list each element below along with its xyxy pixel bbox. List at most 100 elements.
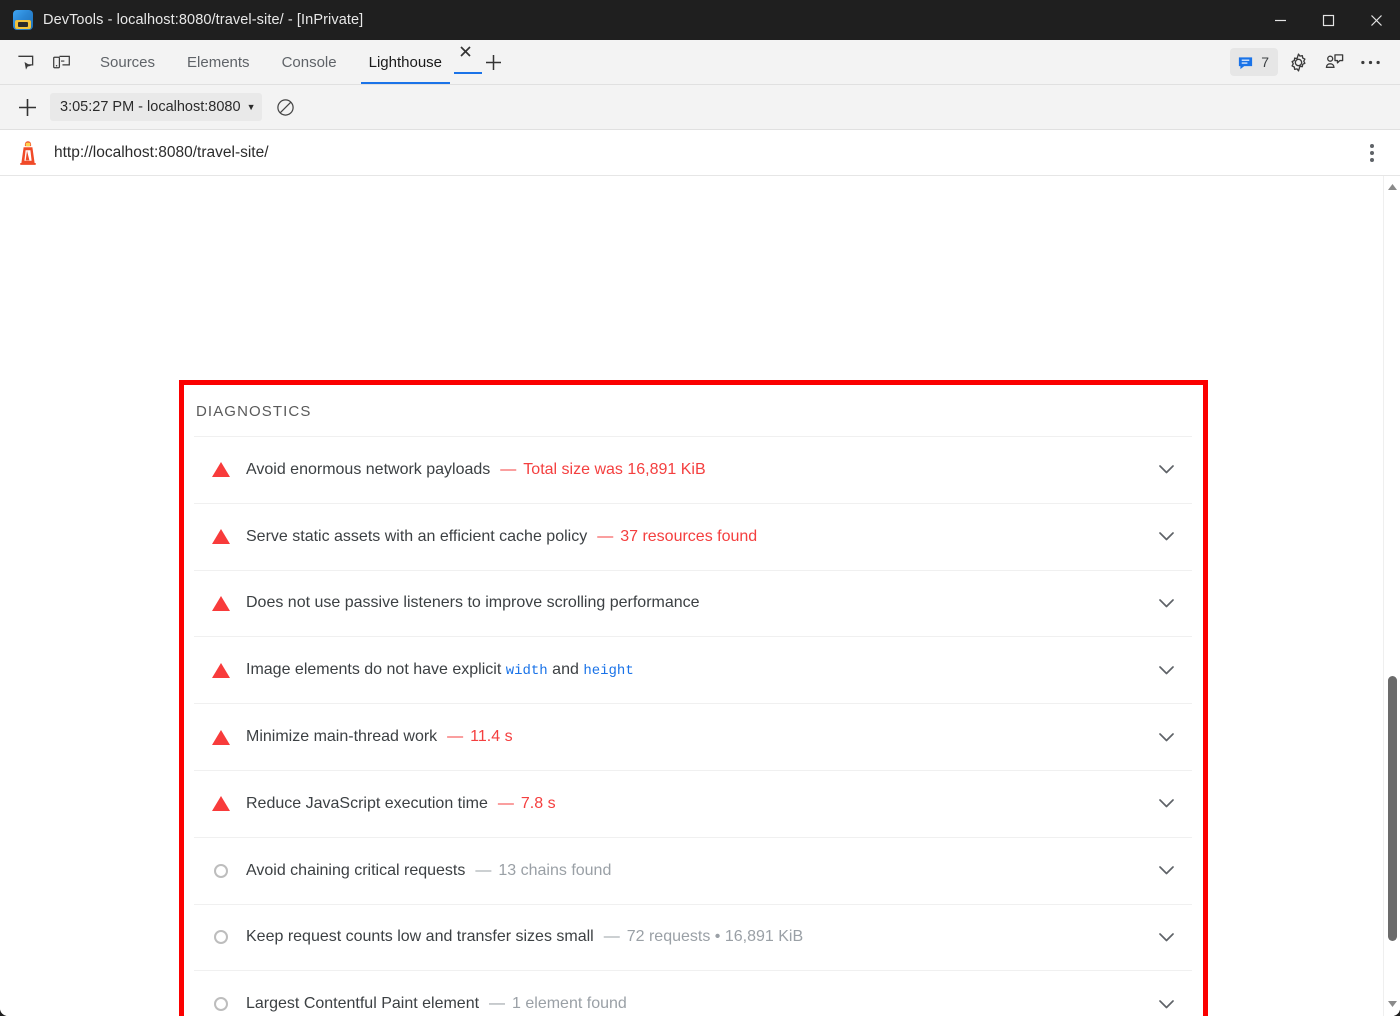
message-icon xyxy=(1237,54,1254,71)
chevron-down-icon[interactable] xyxy=(1154,792,1178,816)
report-scroll-area: DIAGNOSTICS Avoid enormous network paylo… xyxy=(0,176,1383,1016)
tab-label: Elements xyxy=(187,54,250,71)
inspect-element-icon[interactable] xyxy=(10,47,40,77)
info-circle-glyph xyxy=(214,997,228,1011)
chevron-down-icon[interactable] xyxy=(1154,925,1178,949)
report-viewport: DIAGNOSTICS Avoid enormous network paylo… xyxy=(0,176,1400,1016)
warning-triangle-icon xyxy=(210,462,232,477)
diagnostics-audit-list: Avoid enormous network payloads—Total si… xyxy=(182,436,1204,1016)
chevron-down-icon[interactable] xyxy=(1154,859,1178,883)
info-circle-icon xyxy=(210,864,232,878)
warning-triangle-icon xyxy=(210,529,232,544)
scroll-down-arrow-icon[interactable] xyxy=(1384,995,1400,1012)
audit-row[interactable]: Keep request counts low and transfer siz… xyxy=(194,904,1192,971)
title-bar-left: DevTools - localhost:8080/travel-site/ -… xyxy=(0,10,363,30)
devtools-window: DevTools - localhost:8080/travel-site/ -… xyxy=(0,0,1400,1016)
audit-text: Avoid enormous network payloads—Total si… xyxy=(246,461,706,479)
gear-icon[interactable] xyxy=(1282,47,1314,77)
tab-strip-actions: 7 xyxy=(1230,40,1400,84)
warning-triangle-glyph xyxy=(212,796,230,811)
audit-meta: 37 resources found xyxy=(620,528,757,546)
audit-title: Reduce JavaScript execution time xyxy=(246,795,488,813)
diagnostics-panel: DIAGNOSTICS Avoid enormous network paylo… xyxy=(182,383,1204,1016)
audit-row[interactable]: Does not use passive listeners to improv… xyxy=(194,570,1192,637)
audit-row[interactable]: Reduce JavaScript execution time—7.8 s xyxy=(194,770,1192,837)
message-badge[interactable]: 7 xyxy=(1230,48,1278,76)
chevron-down-icon[interactable] xyxy=(1154,725,1178,749)
warning-triangle-icon xyxy=(210,730,232,745)
kebab-menu-icon[interactable] xyxy=(1358,138,1386,168)
add-tab-icon[interactable] xyxy=(476,40,510,84)
audit-title: Avoid chaining critical requests xyxy=(246,862,465,880)
close-button[interactable] xyxy=(1352,0,1400,40)
audit-title-text: and xyxy=(548,661,584,678)
edge-devtools-icon xyxy=(13,10,33,30)
report-selector[interactable]: 3:05:27 PM - localhost:8080 ▼ xyxy=(50,93,262,121)
lighthouse-icon xyxy=(16,140,40,166)
audit-row[interactable]: Minimize main-thread work—11.4 s xyxy=(194,703,1192,770)
audit-text: Minimize main-thread work—11.4 s xyxy=(246,728,513,746)
audit-title-code: height xyxy=(583,663,633,679)
chevron-down-icon[interactable] xyxy=(1154,591,1178,615)
audit-title: Serve static assets with an efficient ca… xyxy=(246,528,587,546)
device-toolbar-icon[interactable] xyxy=(46,47,76,77)
devtools-tab-strip: Sources Elements Console Lighthouse xyxy=(0,40,1400,85)
audit-text: Keep request counts low and transfer siz… xyxy=(246,928,803,946)
audit-text: Serve static assets with an efficient ca… xyxy=(246,528,757,546)
new-report-icon[interactable] xyxy=(12,92,42,122)
audit-text: Reduce JavaScript execution time—7.8 s xyxy=(246,795,556,813)
report-selector-label: 3:05:27 PM - localhost:8080 xyxy=(60,99,241,115)
chevron-down-icon[interactable] xyxy=(1154,458,1178,482)
audit-row[interactable]: Serve static assets with an efficient ca… xyxy=(194,503,1192,570)
tab-console[interactable]: Console xyxy=(266,40,353,84)
audit-meta: 11.4 s xyxy=(470,728,512,746)
report-scrollbar[interactable] xyxy=(1383,176,1400,1016)
report-url: http://localhost:8080/travel-site/ xyxy=(54,144,269,162)
info-circle-glyph xyxy=(214,930,228,944)
chevron-down-icon[interactable] xyxy=(1154,992,1178,1016)
audit-row[interactable]: Largest Contentful Paint element—1 eleme… xyxy=(194,970,1192,1016)
tab-elements[interactable]: Elements xyxy=(171,40,266,84)
warning-triangle-icon xyxy=(210,596,232,611)
info-circle-icon xyxy=(210,930,232,944)
audit-row[interactable]: Avoid enormous network payloads—Total si… xyxy=(194,436,1192,503)
audit-text: Avoid chaining critical requests—13 chai… xyxy=(246,862,611,880)
warning-triangle-glyph xyxy=(212,462,230,477)
audit-title: Avoid enormous network payloads xyxy=(246,461,490,479)
audit-dash: — xyxy=(604,928,620,946)
tab-label: Sources xyxy=(100,54,155,71)
audit-text: Image elements do not have explicit widt… xyxy=(246,661,634,679)
chevron-down-icon[interactable] xyxy=(1154,658,1178,682)
audit-dash: — xyxy=(489,995,505,1013)
audit-dash: — xyxy=(500,461,516,479)
warning-triangle-glyph xyxy=(212,730,230,745)
info-circle-icon xyxy=(210,997,232,1011)
scroll-up-arrow-icon[interactable] xyxy=(1384,178,1400,195)
tab-lighthouse[interactable]: Lighthouse xyxy=(353,40,450,84)
audit-meta: 13 chains found xyxy=(498,862,611,880)
scrollbar-thumb[interactable] xyxy=(1388,676,1397,941)
warning-triangle-icon xyxy=(210,663,232,678)
maximize-button[interactable] xyxy=(1304,0,1352,40)
chevron-down-icon: ▼ xyxy=(247,103,256,112)
report-url-bar: http://localhost:8080/travel-site/ xyxy=(0,130,1400,176)
message-count: 7 xyxy=(1261,54,1269,70)
audit-title: Minimize main-thread work xyxy=(246,728,437,746)
audit-title: Keep request counts low and transfer siz… xyxy=(246,928,594,946)
audit-row[interactable]: Image elements do not have explicit widt… xyxy=(194,636,1192,703)
close-tab-icon[interactable] xyxy=(454,40,476,62)
more-options-icon[interactable] xyxy=(1354,47,1386,77)
audit-meta: 72 requests • 16,891 KiB xyxy=(627,928,803,946)
minimize-button[interactable] xyxy=(1256,0,1304,40)
clear-all-icon[interactable] xyxy=(270,92,300,122)
audit-row[interactable]: Avoid chaining critical requests—13 chai… xyxy=(194,837,1192,904)
diagnostics-heading: DIAGNOSTICS xyxy=(182,385,1204,436)
audit-text: Does not use passive listeners to improv… xyxy=(246,594,700,612)
feedback-icon[interactable] xyxy=(1318,47,1350,77)
chevron-down-icon[interactable] xyxy=(1154,525,1178,549)
tool-icon-group xyxy=(0,40,84,84)
warning-triangle-glyph xyxy=(212,663,230,678)
tab-sources[interactable]: Sources xyxy=(84,40,171,84)
info-circle-glyph xyxy=(214,864,228,878)
audit-meta: 7.8 s xyxy=(521,795,556,813)
